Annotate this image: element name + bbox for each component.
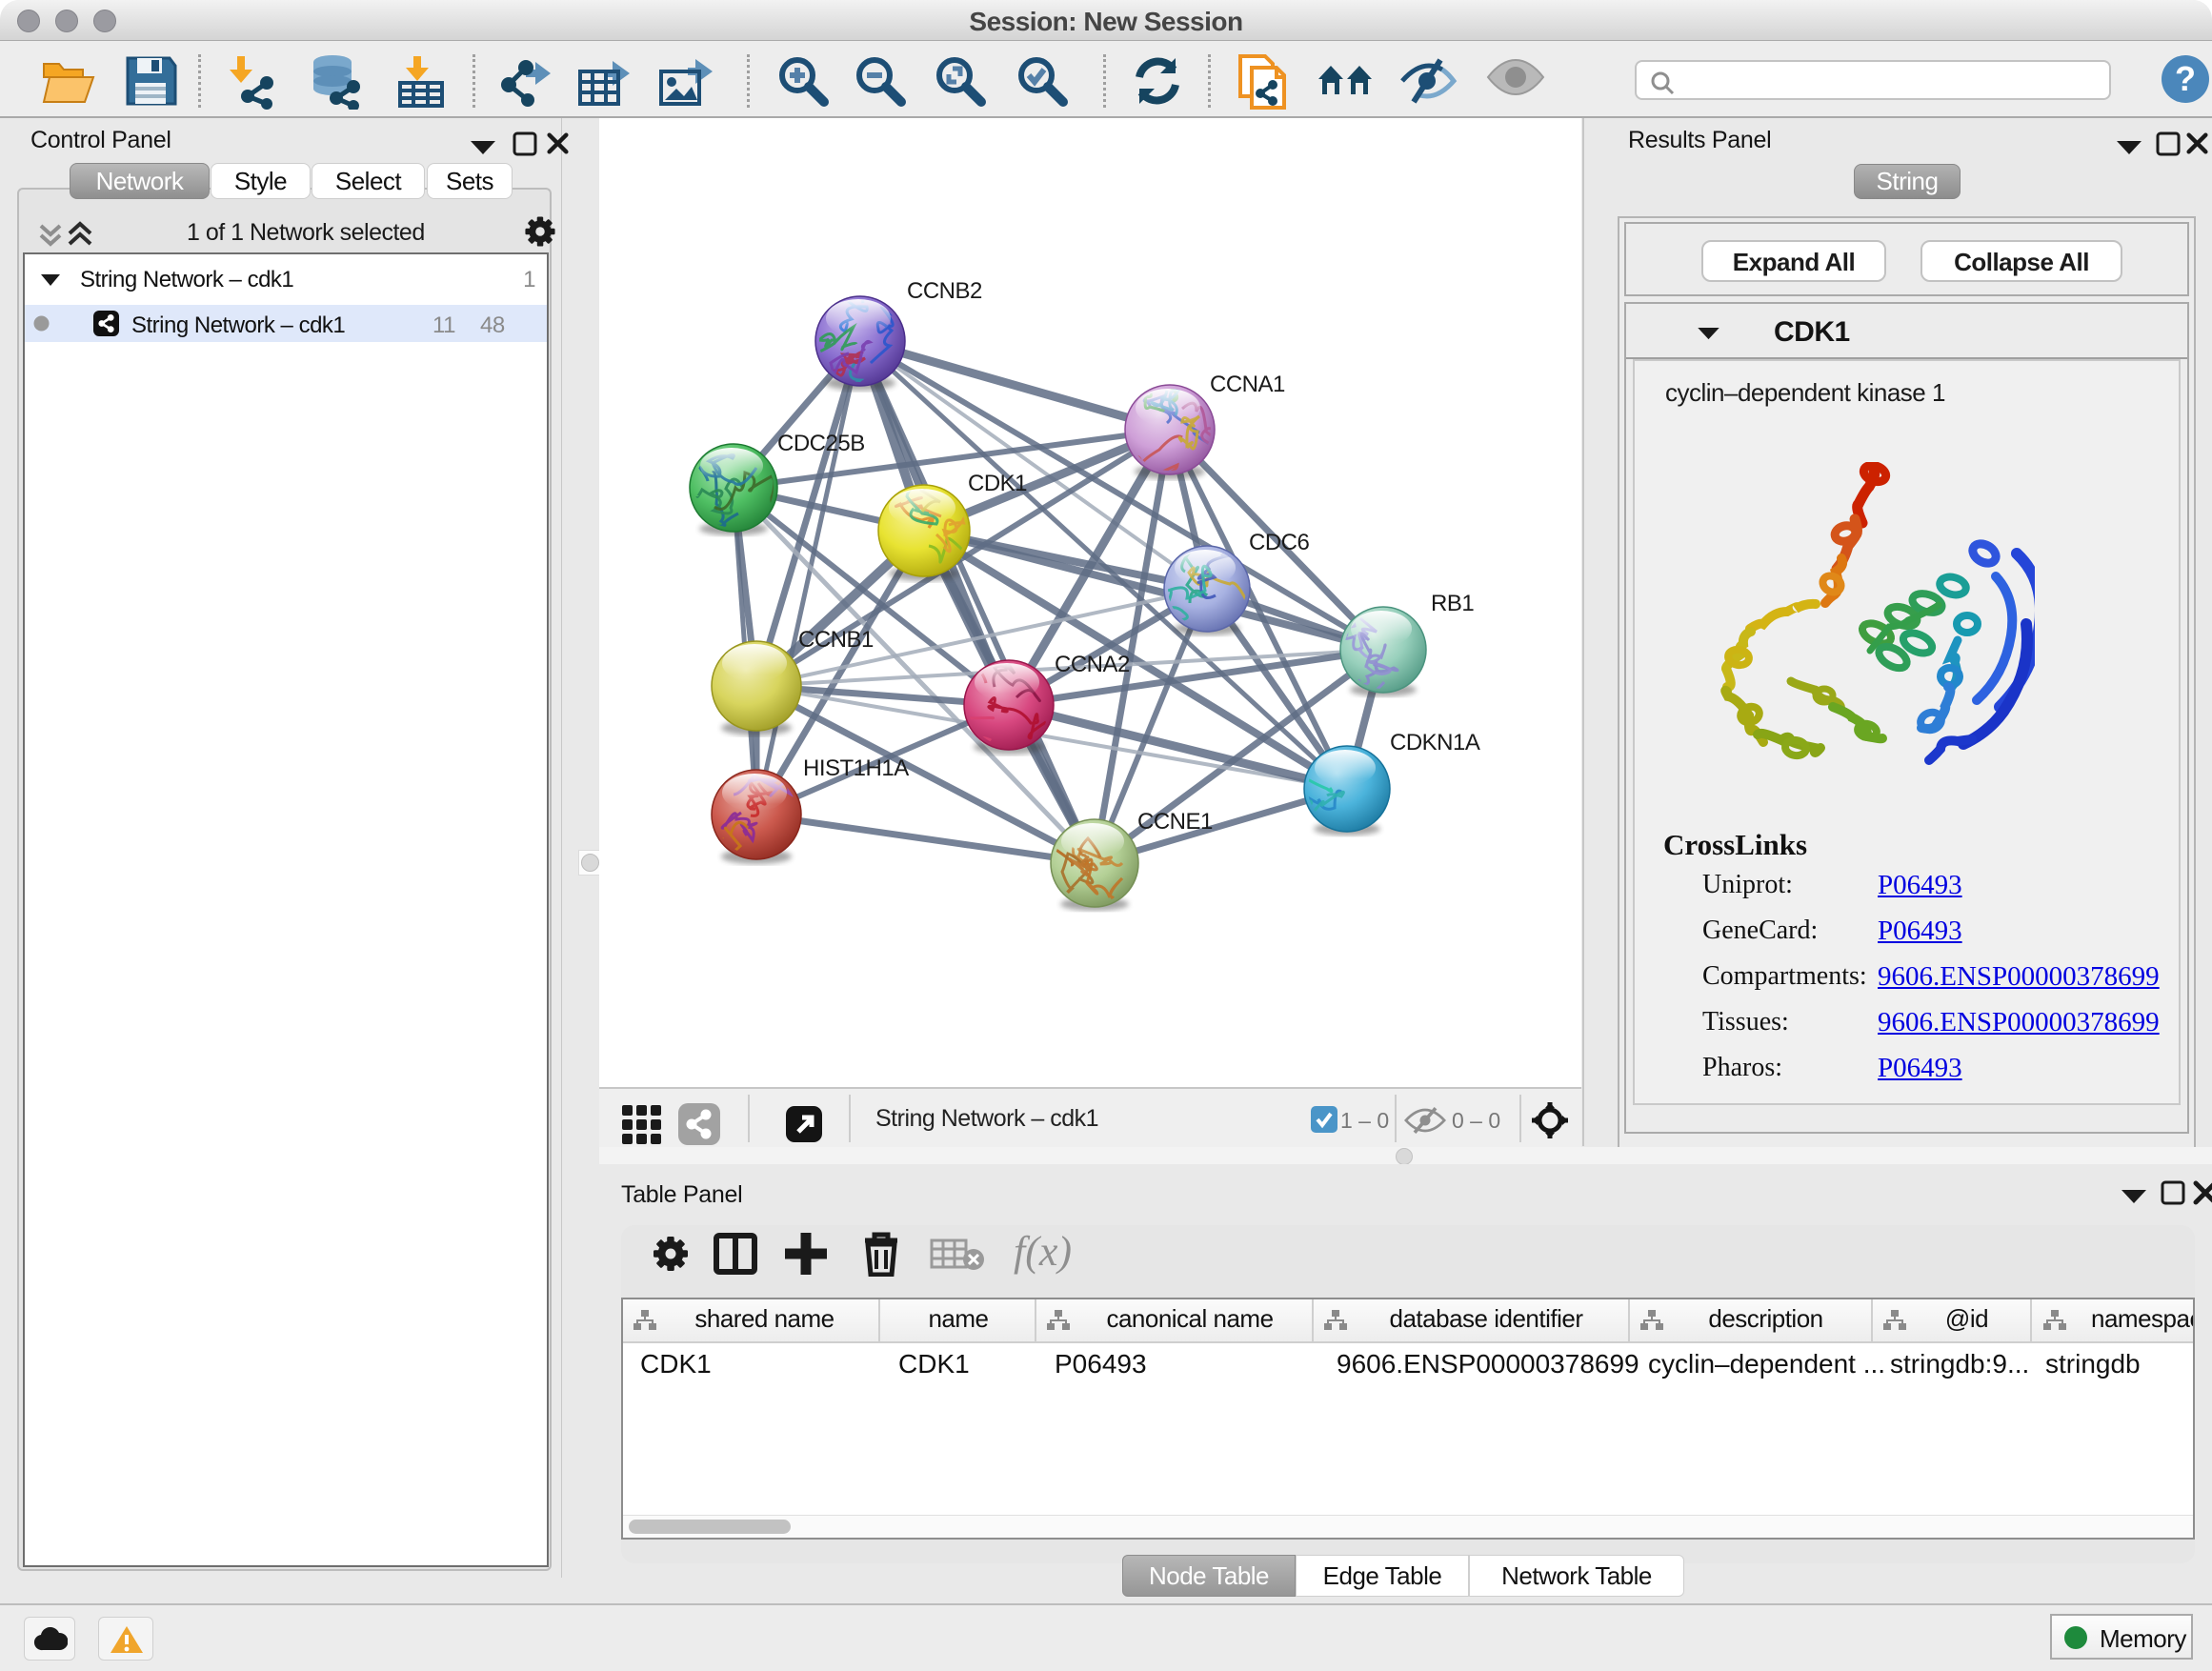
- svg-text:CCNE1: CCNE1: [1137, 809, 1213, 835]
- svg-text:CCNA2: CCNA2: [1055, 652, 1130, 677]
- svg-text:CCNA1: CCNA1: [1210, 372, 1285, 397]
- svg-text:CDC25B: CDC25B: [777, 431, 865, 456]
- svg-text:HIST1H1A: HIST1H1A: [803, 755, 909, 781]
- svg-text:CCNB1: CCNB1: [798, 627, 874, 653]
- svg-text:CCNB2: CCNB2: [907, 278, 982, 304]
- svg-text:CDC6: CDC6: [1249, 530, 1309, 555]
- svg-text:RB1: RB1: [1431, 591, 1474, 616]
- svg-text:?: ?: [2175, 59, 2196, 98]
- svg-text:CDK1: CDK1: [968, 471, 1027, 496]
- svg-text:CDKN1A: CDKN1A: [1390, 730, 1480, 755]
